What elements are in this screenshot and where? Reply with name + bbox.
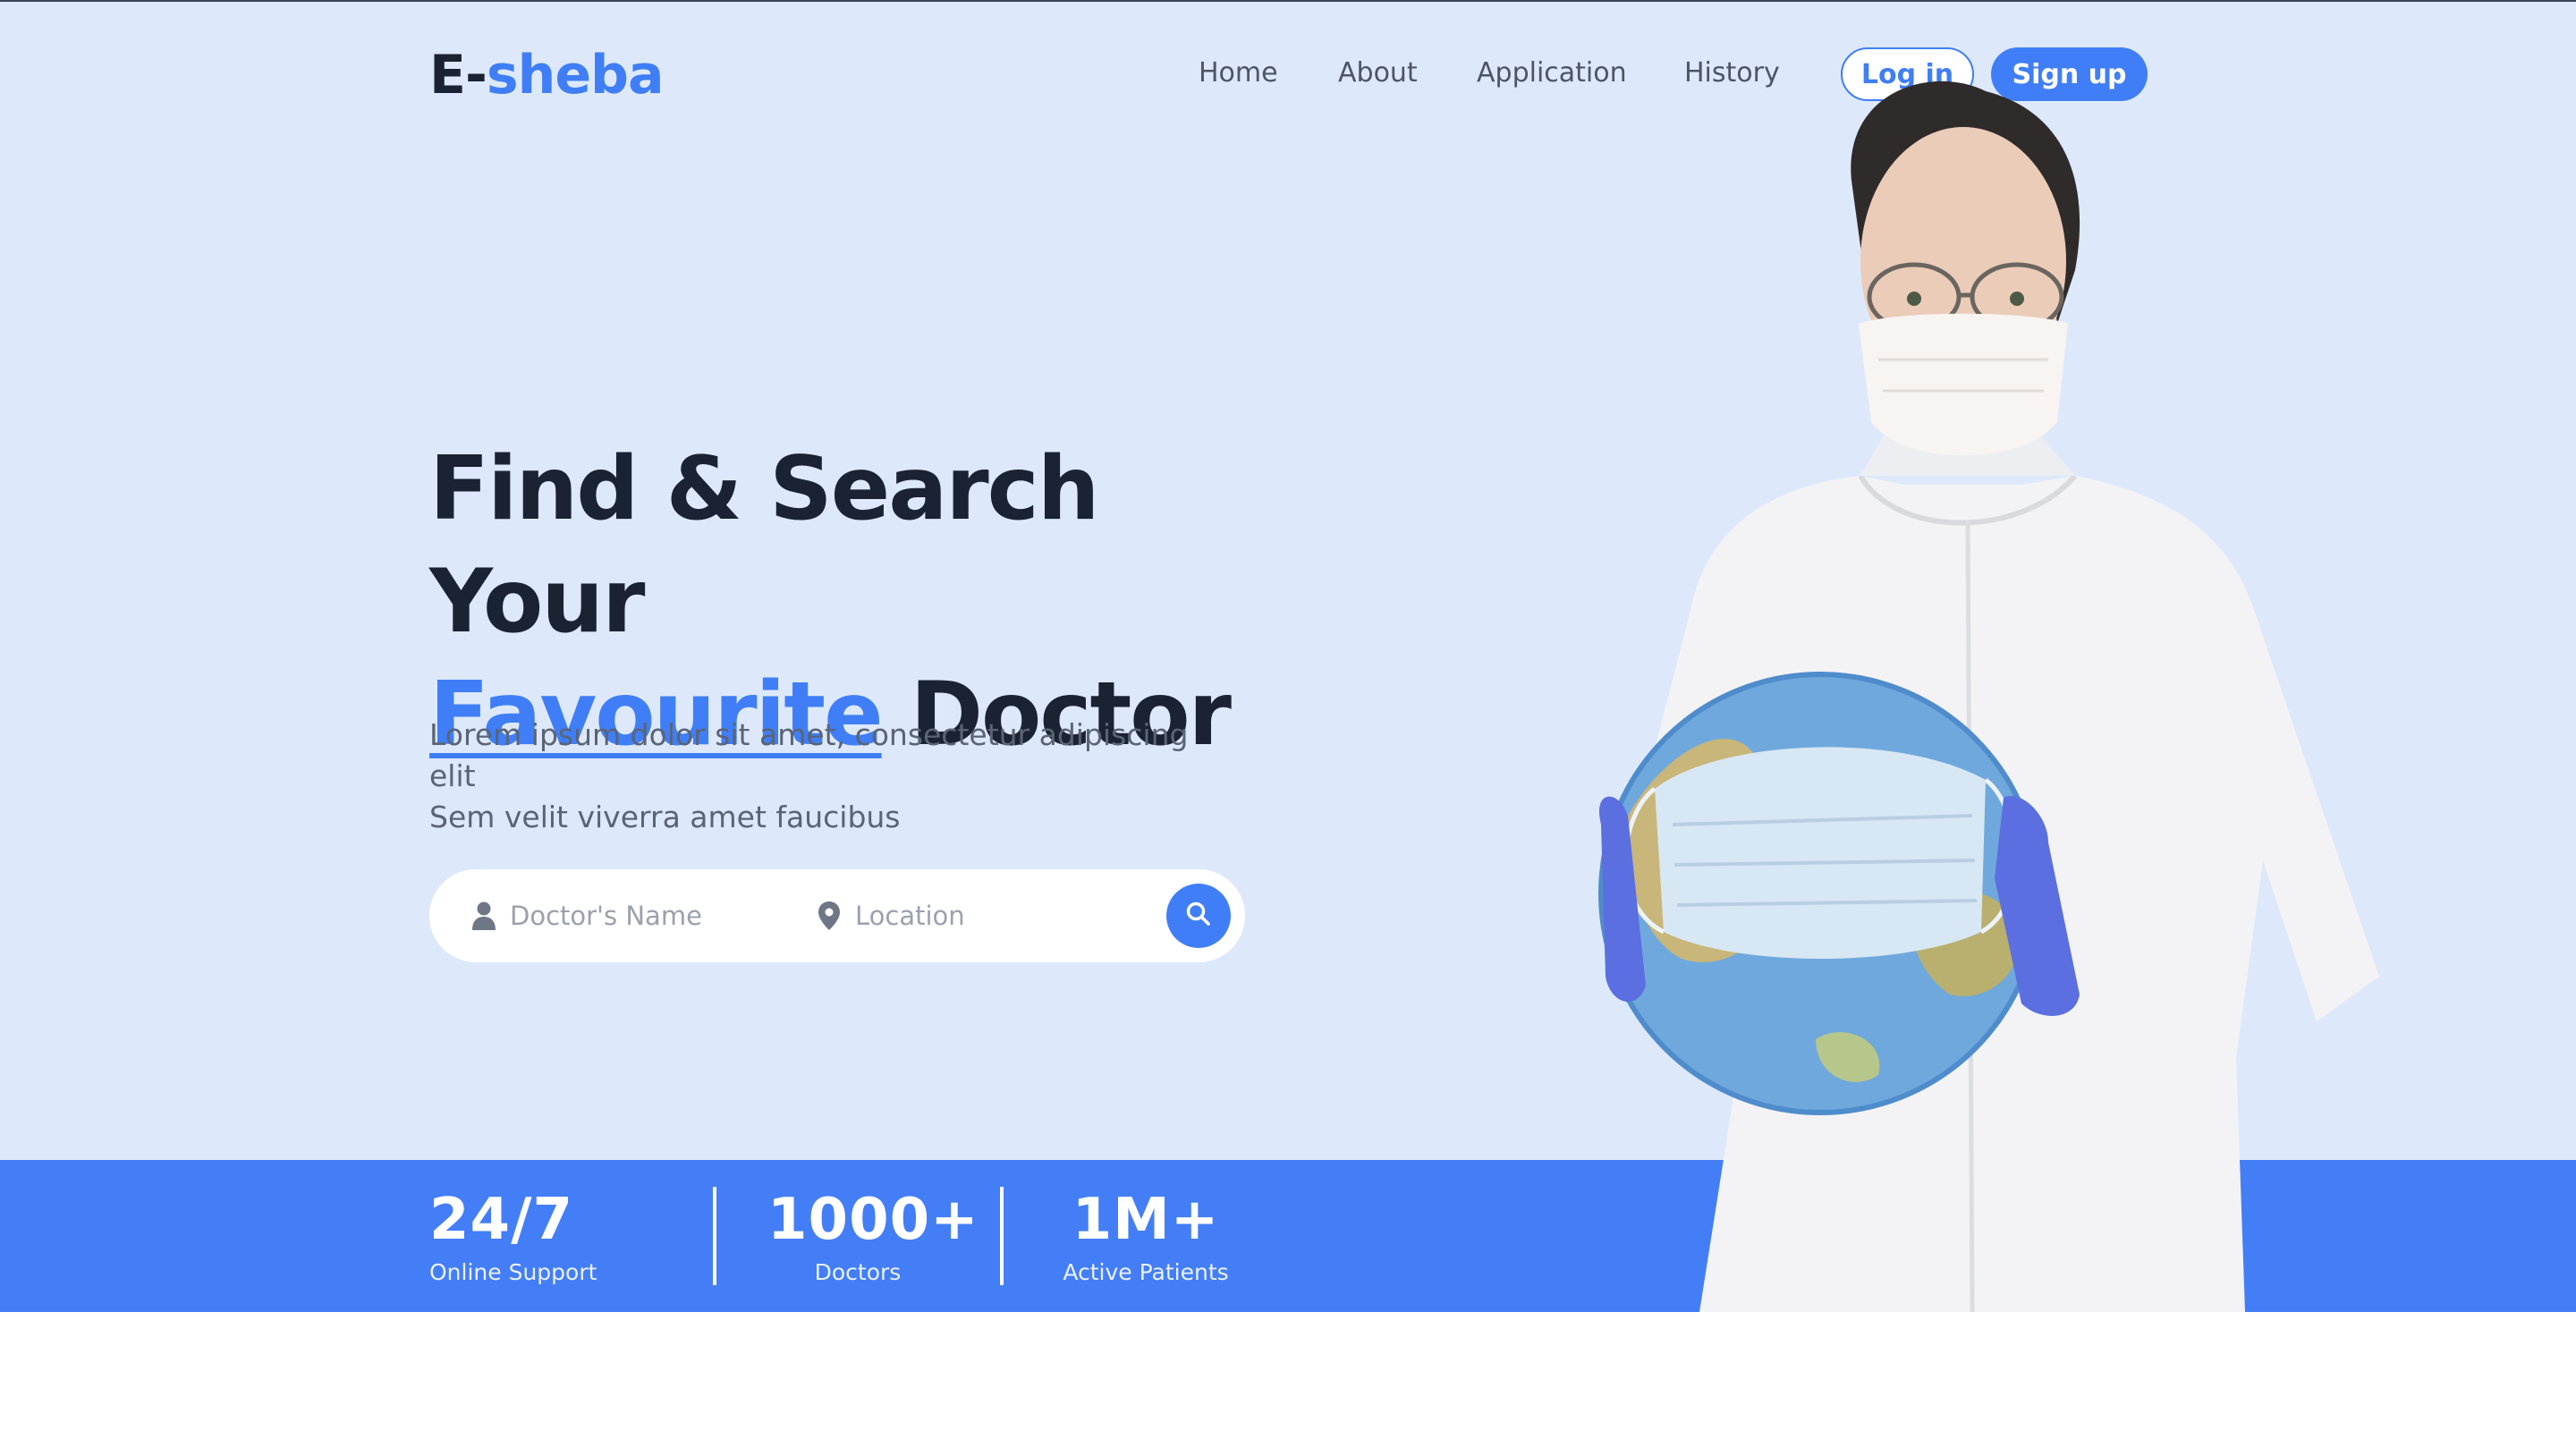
- subtext-line-2: Sem velit viverra amet faucibus: [429, 800, 901, 834]
- nav-home[interactable]: Home: [1199, 55, 1278, 91]
- stat-active-patients: 1M+ Active Patients: [1055, 1182, 1236, 1288]
- stat-value: 1M+: [1072, 1187, 1220, 1253]
- map-pin-icon: [816, 901, 843, 931]
- logo-text-prefix: E-: [429, 44, 487, 106]
- stat-label: Doctors: [814, 1259, 902, 1285]
- location-placeholder: Location: [855, 901, 965, 931]
- stat-online-support: 24/7 Online Support: [429, 1182, 597, 1288]
- subtext-line-1: Lorem ipsum dolor sit amet, consectetur …: [429, 717, 1189, 793]
- stat-divider: [1000, 1187, 1004, 1285]
- doctor-with-globe-image: [1598, 80, 2379, 1312]
- stat-value: 24/7: [429, 1187, 573, 1253]
- user-icon: [470, 901, 497, 931]
- page-frame: E-sheba Home About Application History L…: [0, 0, 2576, 1456]
- search-icon: [1185, 901, 1212, 931]
- headline-line-1: Find & Search Your: [429, 438, 1100, 653]
- doctor-name-placeholder: Doctor's Name: [510, 901, 702, 931]
- nav-about[interactable]: About: [1338, 55, 1418, 91]
- hero-subtext: Lorem ipsum dolor sit amet, consectetur …: [429, 715, 1234, 838]
- stat-label: Active Patients: [1063, 1259, 1229, 1285]
- logo-text-accent: sheba: [486, 44, 665, 106]
- stat-divider: [713, 1187, 716, 1285]
- search-button[interactable]: [1166, 884, 1231, 948]
- stat-doctors: 1000+ Doctors: [767, 1182, 979, 1288]
- doctor-name-input[interactable]: Doctor's Name: [470, 893, 702, 938]
- stat-label: Online Support: [429, 1259, 597, 1285]
- doctor-search-bar: Doctor's Name Location: [429, 869, 1245, 962]
- brand-logo[interactable]: E-sheba: [429, 41, 665, 109]
- location-input[interactable]: Location: [816, 893, 965, 938]
- stat-value: 1000+: [767, 1187, 979, 1253]
